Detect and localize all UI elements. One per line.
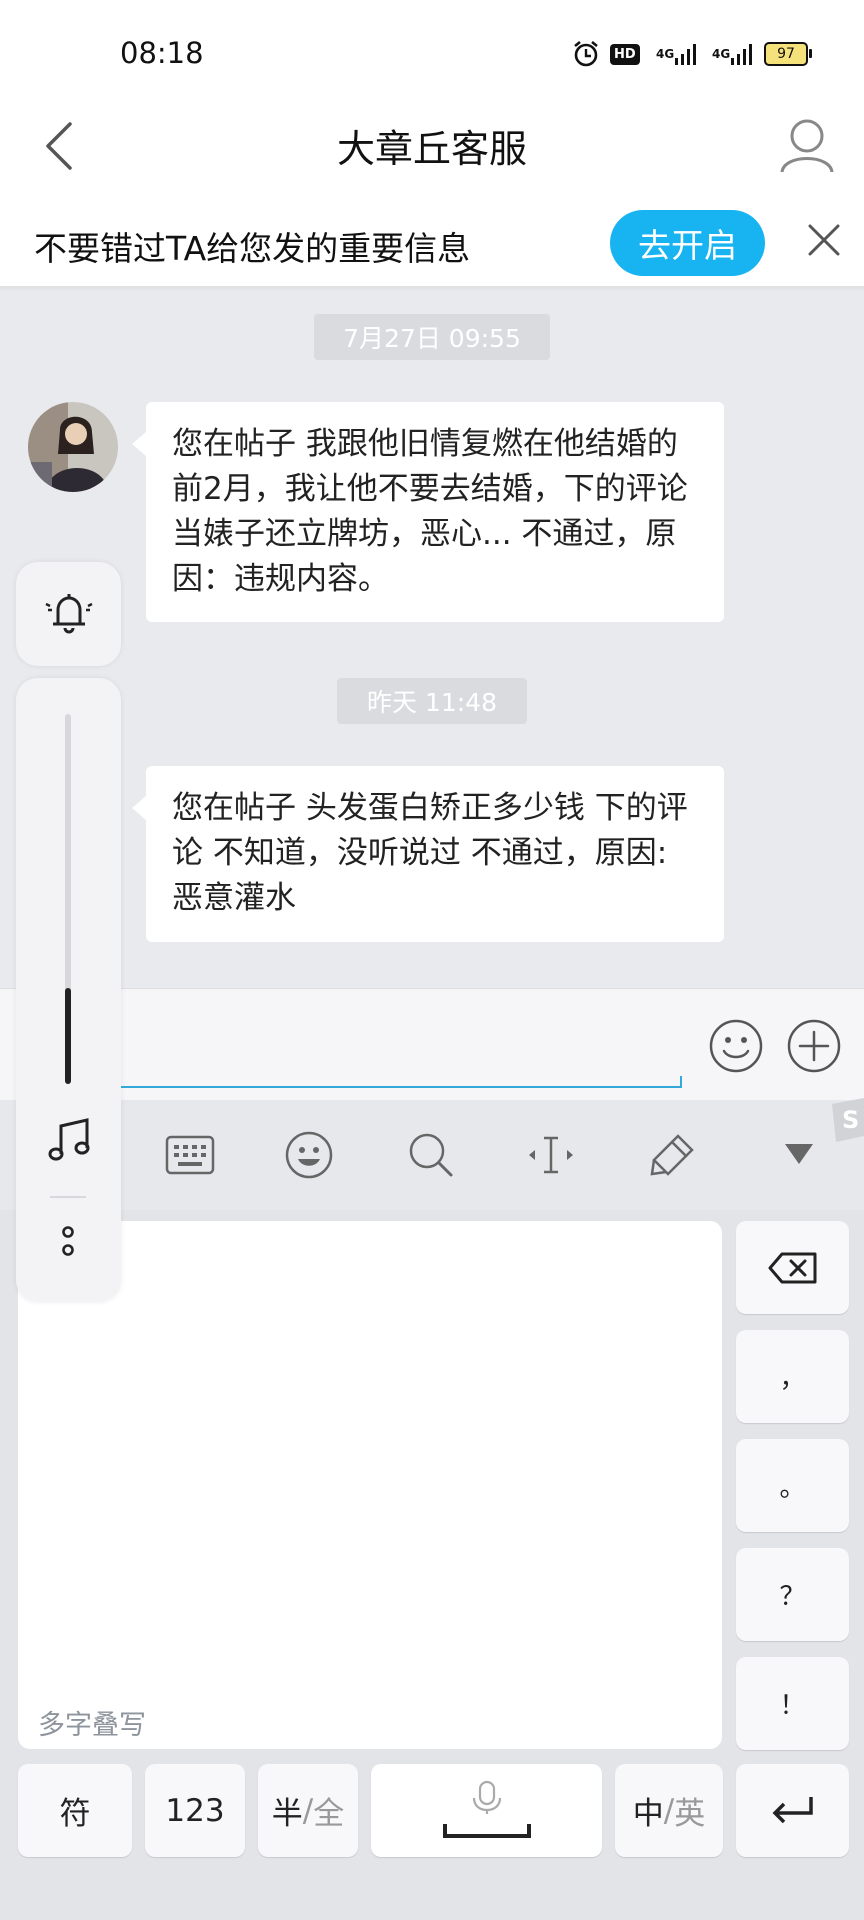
hd-icon: HD bbox=[610, 38, 640, 70]
panel-divider bbox=[50, 1196, 86, 1198]
key-separator: / bbox=[302, 1792, 314, 1829]
emoji-keyboard-icon[interactable] bbox=[284, 1130, 334, 1180]
message-input[interactable] bbox=[98, 1076, 682, 1088]
collapse-keyboard-icon[interactable] bbox=[784, 1142, 814, 1166]
language-toggle-key[interactable]: 中 / 英 bbox=[615, 1764, 723, 1857]
music-note-icon[interactable] bbox=[44, 1116, 94, 1166]
signal-icon-2: 4G bbox=[712, 38, 754, 70]
period-key[interactable]: 。 bbox=[736, 1439, 849, 1532]
page-title: 大章丘客服 bbox=[336, 127, 527, 171]
handwriting-pad[interactable] bbox=[18, 1221, 722, 1749]
message-bubble[interactable]: 您在帖子 头发蛋白矫正多少钱 下的评论 不知道，没听说过 不通过，原因:恶意灌水 bbox=[132, 766, 724, 942]
message-timestamp: 昨天 11:48 bbox=[337, 678, 527, 724]
notification-text: 不要错过TA给您发的重要信息 bbox=[34, 229, 471, 268]
english-label: 英 bbox=[674, 1796, 706, 1832]
status-time: 08:18 bbox=[120, 36, 204, 70]
half-full-width-key[interactable]: 半 / 全 bbox=[258, 1764, 358, 1857]
floating-volume-panel[interactable] bbox=[16, 678, 121, 1302]
ringer-bell-icon[interactable] bbox=[40, 584, 98, 642]
keyboard-icon[interactable] bbox=[164, 1132, 216, 1178]
enter-key[interactable] bbox=[736, 1764, 849, 1857]
space-key[interactable] bbox=[371, 1764, 602, 1857]
alarm-icon bbox=[572, 38, 600, 70]
battery-icon: 97 bbox=[764, 38, 812, 70]
exclamation-key[interactable]: ！ bbox=[736, 1657, 849, 1750]
numbers-key[interactable]: 123 bbox=[145, 1764, 245, 1857]
svg-text:S: S bbox=[842, 1106, 859, 1134]
message-bubble[interactable]: 您在帖子 我跟他旧情复燃在他结婚的前2月，我让他不要去结婚，下的评论 当婊子还立… bbox=[132, 402, 724, 622]
avatar[interactable] bbox=[28, 402, 118, 492]
key-separator: / bbox=[663, 1792, 675, 1829]
cursor-move-icon[interactable] bbox=[526, 1132, 576, 1178]
handwriting-mode-label: 多字叠写 bbox=[38, 1710, 146, 1741]
half-width-label: 半 bbox=[271, 1796, 303, 1832]
search-icon[interactable] bbox=[406, 1130, 456, 1180]
profile-icon[interactable] bbox=[778, 116, 836, 176]
comma-key[interactable]: ， bbox=[736, 1330, 849, 1423]
backspace-key[interactable] bbox=[736, 1221, 849, 1314]
more-options-icon[interactable] bbox=[57, 1222, 79, 1262]
message-timestamp: 7月27日 09:55 bbox=[314, 314, 550, 360]
symbols-key[interactable]: 符 bbox=[18, 1764, 132, 1857]
battery-level: 97 bbox=[777, 46, 795, 62]
floating-notification-panel[interactable] bbox=[16, 562, 121, 666]
brush-icon[interactable] bbox=[646, 1130, 696, 1180]
volume-slider-fill[interactable] bbox=[65, 988, 71, 1084]
add-icon[interactable] bbox=[786, 1018, 842, 1074]
signal-icon-1: 4G bbox=[656, 38, 698, 70]
question-key[interactable]: ？ bbox=[736, 1548, 849, 1641]
emoji-icon[interactable] bbox=[708, 1018, 764, 1074]
message-text: 您在帖子 头发蛋白矫正多少钱 下的评论 不知道，没听说过 不通过，原因:恶意灌水 bbox=[172, 790, 688, 916]
full-width-label: 全 bbox=[313, 1796, 345, 1832]
chinese-label: 中 bbox=[632, 1796, 664, 1832]
sogou-logo-icon: S bbox=[828, 1098, 864, 1142]
close-icon[interactable] bbox=[806, 222, 842, 258]
enable-notifications-button[interactable]: 去开启 bbox=[610, 210, 765, 276]
message-text: 您在帖子 我跟他旧情复燃在他结婚的前2月，我让他不要去结婚，下的评论 当婊子还立… bbox=[172, 426, 688, 597]
